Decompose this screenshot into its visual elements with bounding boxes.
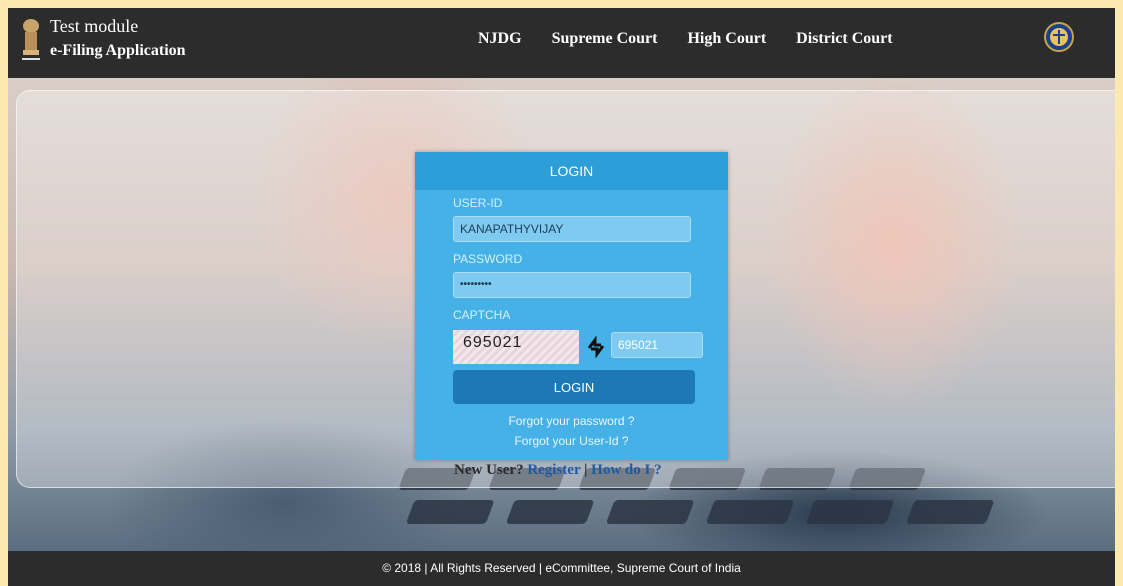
forgot-userid-link[interactable]: Forgot your User-Id ? bbox=[415, 434, 728, 448]
national-emblem-icon bbox=[22, 19, 40, 60]
nav-district-court[interactable]: District Court bbox=[796, 30, 892, 48]
nav-high-court[interactable]: High Court bbox=[687, 30, 766, 48]
new-user-label: New User? bbox=[454, 462, 524, 478]
login-heading: LOGIN bbox=[415, 152, 728, 190]
page: Test module e-Filing Application NJDG Su… bbox=[8, 8, 1115, 586]
how-do-i-link[interactable]: How do I ? bbox=[591, 462, 661, 478]
app-subtitle: e-Filing Application bbox=[50, 42, 186, 59]
captcha-label: CAPTCHA bbox=[453, 308, 511, 322]
captcha-image-text: 695021 bbox=[463, 334, 523, 351]
forgot-password-link[interactable]: Forgot your password ? bbox=[415, 414, 728, 428]
footer: © 2018 | All Rights Reserved | eCommitte… bbox=[8, 551, 1115, 586]
login-panel: LOGIN USER-ID KANAPATHYVIJAY PASSWORD ••… bbox=[415, 152, 728, 460]
password-field[interactable]: ••••••••• bbox=[453, 272, 691, 298]
password-label: PASSWORD bbox=[453, 252, 523, 266]
refresh-captcha-icon[interactable] bbox=[585, 336, 607, 358]
register-link[interactable]: Register bbox=[527, 462, 580, 478]
captcha-input[interactable]: 695021 bbox=[611, 332, 703, 358]
userid-field[interactable]: KANAPATHYVIJAY bbox=[453, 216, 691, 242]
top-nav: NJDG Supreme Court High Court District C… bbox=[478, 30, 923, 48]
userid-label: USER-ID bbox=[453, 196, 503, 210]
new-user-row: New User? Register | How do I ? bbox=[454, 462, 662, 479]
ecourts-logo-icon[interactable] bbox=[1044, 22, 1074, 52]
hero-background: LOGIN USER-ID KANAPATHYVIJAY PASSWORD ••… bbox=[8, 78, 1115, 551]
nav-njdg[interactable]: NJDG bbox=[478, 30, 522, 48]
header-bar: Test module e-Filing Application NJDG Su… bbox=[8, 8, 1115, 78]
link-separator: | bbox=[584, 462, 588, 478]
captcha-image: 695021 bbox=[453, 330, 579, 364]
nav-supreme-court[interactable]: Supreme Court bbox=[552, 30, 658, 48]
app-title: Test module bbox=[50, 16, 139, 36]
login-button[interactable]: LOGIN bbox=[453, 370, 695, 404]
